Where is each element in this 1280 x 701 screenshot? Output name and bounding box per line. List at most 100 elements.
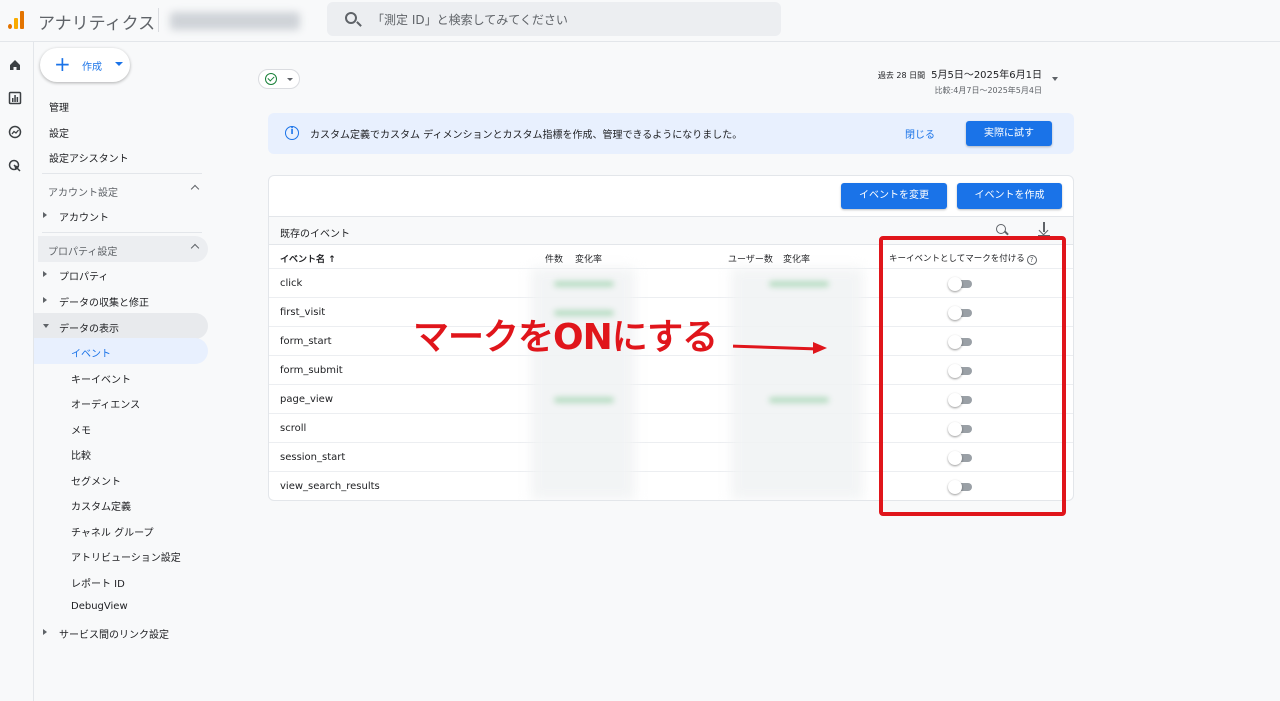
sidebar-item-audiences[interactable]: オーディエンス bbox=[34, 389, 208, 415]
info-icon: i bbox=[285, 126, 299, 140]
sidebar-item-label: チャネル グループ bbox=[71, 528, 154, 539]
column-header-users-change[interactable]: 変化率 bbox=[783, 252, 810, 265]
sidebar-item-label: DebugView bbox=[71, 601, 128, 612]
chevron-up-icon bbox=[190, 184, 200, 194]
sidebar-item-data-collection[interactable]: データの収集と修正 bbox=[34, 287, 208, 313]
sidebar-item-label: サービス間のリンク設定 bbox=[59, 630, 169, 641]
analytics-logo-icon[interactable] bbox=[6, 9, 26, 29]
banner-message: カスタム定義でカスタム ディメンションとカスタム指標を作成、管理できるようになり… bbox=[310, 130, 743, 141]
divider bbox=[42, 232, 202, 233]
redacted-users-column bbox=[731, 268, 863, 500]
sidebar-item-label: アカウント bbox=[59, 213, 109, 224]
create-event-button[interactable]: イベントを作成 bbox=[957, 183, 1062, 209]
sidebar-item-property[interactable]: プロパティ bbox=[34, 261, 208, 287]
info-banner: i カスタム定義でカスタム ディメンションとカスタム指標を作成、管理できるように… bbox=[268, 113, 1074, 154]
create-button[interactable]: + 作成 bbox=[40, 48, 130, 82]
event-name: click bbox=[280, 278, 303, 289]
account-settings-section[interactable]: アカウント設定 bbox=[38, 177, 208, 203]
sidebar-item-custom-definitions[interactable]: カスタム定義 bbox=[34, 491, 208, 517]
chevron-up-icon bbox=[190, 243, 200, 253]
account-selector[interactable] bbox=[170, 12, 300, 30]
search-placeholder: 「測定 ID」と検索してみてください bbox=[372, 13, 568, 27]
sidebar-item-label: メモ bbox=[71, 426, 91, 437]
date-compare-value: 比較:4月7日〜2025年5月4日 bbox=[934, 86, 1042, 95]
annotation-arrow-icon bbox=[732, 342, 829, 354]
sidebar-item-events[interactable]: イベント bbox=[34, 338, 208, 364]
sidebar-item-label: データの表示 bbox=[59, 324, 119, 335]
sidebar-item-notes[interactable]: メモ bbox=[34, 415, 208, 441]
event-name: page_view bbox=[280, 394, 334, 405]
sidebar: + 作成 管理 設定 設定アシスタント アカウント設定 アカウント プロパティ設… bbox=[34, 42, 210, 701]
column-header-count[interactable]: 件数 bbox=[545, 252, 563, 265]
redacted-count-column bbox=[531, 268, 635, 500]
collapse-arrow-icon bbox=[43, 324, 49, 328]
event-name: scroll bbox=[280, 423, 307, 434]
explore-icon[interactable] bbox=[7, 125, 23, 141]
sidebar-item-account[interactable]: アカウント bbox=[34, 202, 208, 228]
property-settings-section[interactable]: プロパティ設定 bbox=[38, 236, 208, 262]
chevron-down-icon bbox=[287, 78, 293, 81]
sidebar-item-key-events[interactable]: キーイベント bbox=[34, 364, 208, 390]
column-header-users[interactable]: ユーザー数 bbox=[728, 252, 773, 265]
column-header-count-change[interactable]: 変化率 bbox=[575, 252, 602, 265]
sidebar-item-label: カスタム定義 bbox=[71, 502, 131, 513]
title-divider bbox=[158, 8, 159, 32]
sidebar-item-setup-assistant[interactable]: 設定アシスタント bbox=[49, 150, 129, 165]
section-label: アカウント設定 bbox=[48, 188, 118, 199]
sidebar-item-label: キーイベント bbox=[71, 375, 131, 386]
divider bbox=[42, 173, 202, 174]
sidebar-item-segments[interactable]: セグメント bbox=[34, 466, 208, 492]
sidebar-item-label: イベント bbox=[71, 349, 111, 360]
annotation-text: マークをONにする bbox=[413, 317, 718, 358]
chevron-down-icon[interactable] bbox=[1052, 77, 1058, 81]
home-icon[interactable] bbox=[7, 58, 23, 74]
sidebar-item-label: セグメント bbox=[71, 477, 121, 488]
sidebar-item-label: レポート ID bbox=[71, 579, 125, 590]
data-status-chip[interactable] bbox=[258, 69, 300, 89]
highlight-box bbox=[879, 236, 1066, 516]
sidebar-item-product-links[interactable]: サービス間のリンク設定 bbox=[34, 619, 208, 645]
left-rail bbox=[0, 42, 34, 701]
reports-icon[interactable] bbox=[7, 91, 23, 107]
sidebar-item-label: プロパティ bbox=[59, 272, 109, 283]
date-range-value: 5月5日〜2025年6月1日 bbox=[931, 70, 1042, 81]
event-name: form_submit bbox=[280, 365, 343, 376]
date-range-prefix: 過去 28 日間 bbox=[877, 71, 926, 80]
sidebar-item-comparisons[interactable]: 比較 bbox=[34, 440, 208, 466]
search-icon[interactable] bbox=[996, 224, 1006, 234]
plus-icon: + bbox=[54, 52, 71, 76]
sidebar-item-attribution-settings[interactable]: アトリビューション設定 bbox=[34, 542, 208, 568]
create-label: 作成 bbox=[82, 62, 102, 73]
redacted-value bbox=[554, 281, 614, 287]
sidebar-item-label: データの収集と修正 bbox=[59, 298, 149, 309]
redacted-value bbox=[769, 397, 829, 403]
event-name: form_start bbox=[280, 336, 332, 347]
event-name: view_search_results bbox=[280, 481, 380, 492]
redacted-value bbox=[769, 281, 829, 287]
sidebar-item-label: オーディエンス bbox=[71, 400, 141, 411]
redacted-value bbox=[554, 397, 614, 403]
sidebar-item-reporting-id[interactable]: レポート ID bbox=[34, 568, 208, 594]
sidebar-item-channel-groups[interactable]: チャネル グループ bbox=[34, 517, 208, 543]
modify-event-button[interactable]: イベントを変更 bbox=[841, 183, 947, 209]
chevron-down-icon bbox=[115, 62, 123, 66]
sidebar-item-settings[interactable]: 設定 bbox=[49, 125, 69, 140]
top-bar: アナリティクス 「測定 ID」と検索してみてください bbox=[0, 0, 1280, 42]
column-header-event-name[interactable]: イベント名 ↑ bbox=[280, 252, 336, 265]
search-bar[interactable]: 「測定 ID」と検索してみてください bbox=[327, 2, 781, 36]
expand-arrow-icon bbox=[43, 271, 47, 277]
banner-close-link[interactable]: 閉じる bbox=[905, 126, 935, 141]
section-label: プロパティ設定 bbox=[48, 247, 118, 258]
sidebar-item-label: アトリビューション設定 bbox=[71, 553, 181, 564]
search-icon bbox=[345, 12, 357, 24]
banner-try-button[interactable]: 実際に試す bbox=[966, 121, 1052, 146]
sidebar-item-debugview[interactable]: DebugView bbox=[34, 594, 208, 620]
event-name: first_visit bbox=[280, 307, 326, 318]
advertising-icon[interactable] bbox=[7, 159, 23, 175]
date-range-picker[interactable]: 過去 28 日間 5月5日〜2025年6月1日 比較:4月7日〜2025年5月4日 bbox=[878, 66, 1042, 96]
table-title: 既存のイベント bbox=[280, 229, 350, 240]
sidebar-item-admin[interactable]: 管理 bbox=[49, 99, 69, 114]
event-name: session_start bbox=[280, 452, 346, 463]
sidebar-item-data-display[interactable]: データの表示 bbox=[34, 313, 208, 339]
check-circle-icon bbox=[265, 73, 277, 85]
